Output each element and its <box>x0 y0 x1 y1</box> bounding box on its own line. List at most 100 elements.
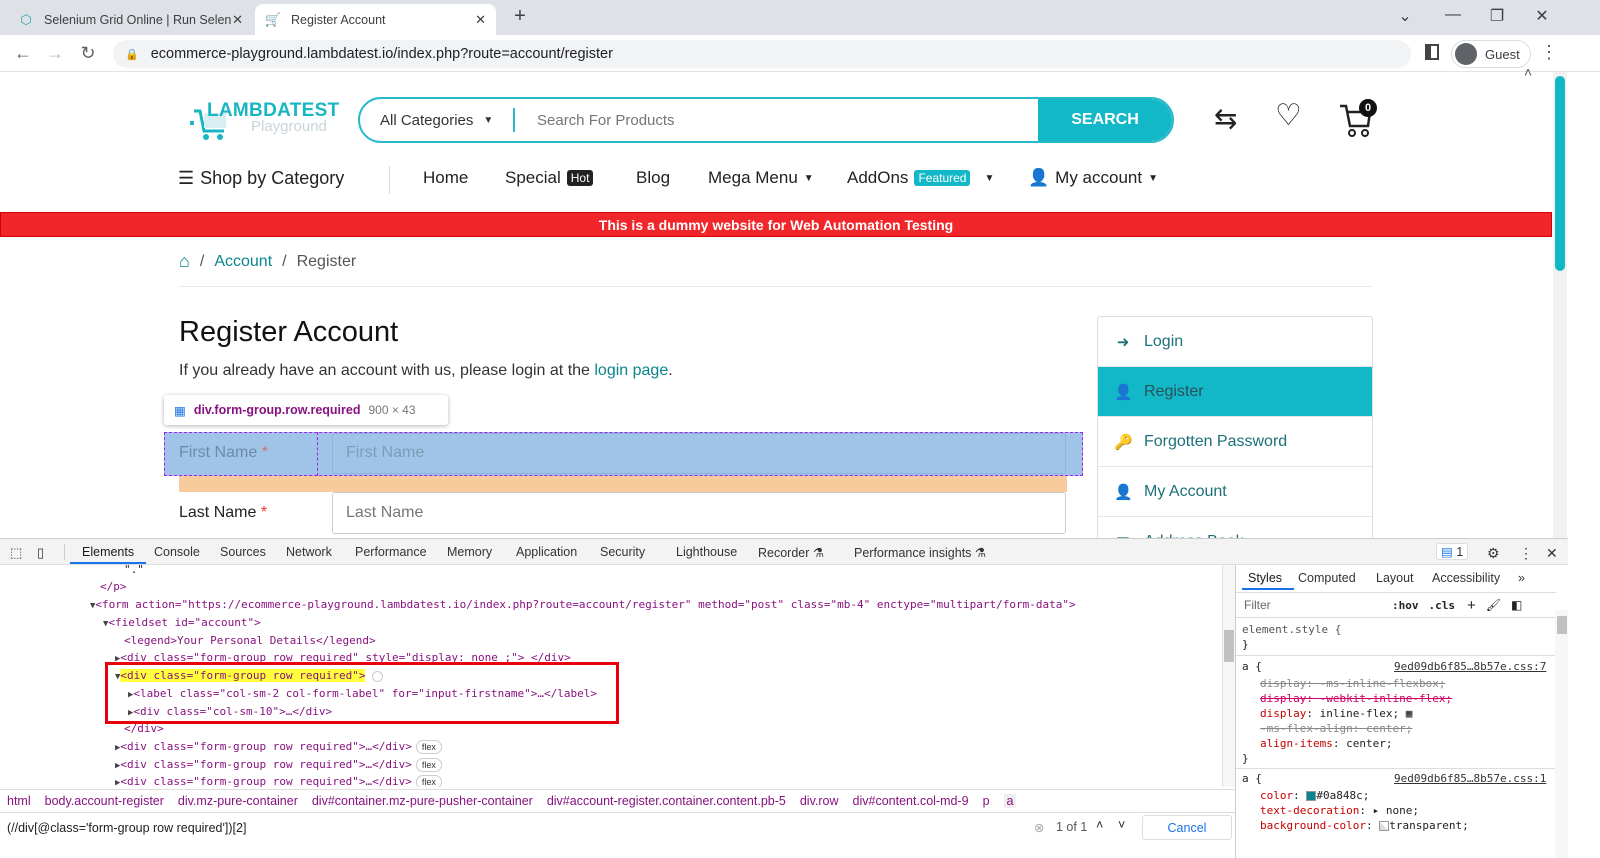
browser-menu-icon[interactable]: ⋮ <box>1540 42 1558 63</box>
crumb-account-register[interactable]: div#account-register.container.content.p… <box>547 794 786 808</box>
tab-application[interactable]: Application <box>516 545 577 559</box>
nav-shop-by-category[interactable]: ☰ Shop by Category <box>178 168 344 189</box>
issues-badge[interactable]: ▤ 1 <box>1436 543 1469 560</box>
dom-line-form[interactable]: ▼<form action="https://ecommerce-playgro… <box>90 596 1076 616</box>
new-tab-button[interactable]: + <box>505 5 535 28</box>
crumb-a[interactable]: a <box>1003 793 1017 808</box>
sidebar-item-login[interactable]: ➜ Login <box>1098 317 1372 367</box>
breadcrumb-register[interactable]: Register <box>297 253 357 271</box>
tab-console[interactable]: Console <box>154 545 200 559</box>
dom-line[interactable]: </p> <box>100 578 127 596</box>
cancel-search-button[interactable]: Cancel <box>1142 815 1232 840</box>
color-swatch[interactable] <box>1306 791 1317 801</box>
settings-gear-icon[interactable]: ⚙ <box>1487 545 1500 562</box>
nav-addons[interactable]: AddOns Featured ▼ <box>847 168 994 188</box>
tab-styles[interactable]: Styles <box>1248 571 1282 585</box>
tab-security[interactable]: Security <box>600 545 645 559</box>
tab-memory[interactable]: Memory <box>447 545 492 559</box>
tab-computed[interactable]: Computed <box>1298 571 1356 585</box>
tab-elements[interactable]: Elements <box>82 545 134 559</box>
nav-my-account[interactable]: 👤 My account ▼ <box>1028 168 1158 188</box>
search-input[interactable] <box>515 99 1038 141</box>
dom-line[interactable]: ▶<div class="form-group row required">…<… <box>115 738 442 758</box>
tab-network[interactable]: Network <box>286 545 332 559</box>
cls-toggle[interactable]: .cls <box>1429 599 1456 612</box>
flexbox-editor-icon[interactable]: ▦ <box>1406 707 1413 720</box>
dom-line[interactable]: "." <box>124 565 144 579</box>
flex-badge[interactable]: flex <box>415 775 442 787</box>
category-select[interactable]: All Categories ▼ <box>360 108 515 132</box>
tab-layout[interactable]: Layout <box>1376 571 1414 585</box>
wishlist-heart-icon[interactable]: ♡ <box>1275 98 1302 133</box>
compare-icon[interactable]: ⇆ <box>1214 102 1237 135</box>
css-declaration[interactable]: background-color: transparent; <box>1260 819 1469 832</box>
close-tab-icon[interactable]: ✕ <box>475 12 486 28</box>
previous-match-button[interactable]: ˄ <box>1096 818 1103 832</box>
login-page-link[interactable]: login page <box>594 362 668 379</box>
forward-button[interactable]: → <box>44 43 66 64</box>
page-scrollbar-thumb[interactable] <box>1555 76 1565 271</box>
window-close-button[interactable]: ✕ <box>1527 6 1557 26</box>
dom-line[interactable]: ▶<div class="form-group row required">…<… <box>115 773 442 787</box>
rule-selector[interactable]: a { <box>1242 660 1262 673</box>
element-style-rule[interactable]: element.style { <box>1242 623 1341 636</box>
tab-lighthouse[interactable]: Lighthouse <box>676 545 737 559</box>
crumb-p[interactable]: p <box>983 794 990 808</box>
css-declaration[interactable]: display: inline-flex; ▦ <box>1260 707 1412 720</box>
css-declaration[interactable]: -ms-flex-align: center; <box>1260 722 1412 735</box>
address-bar[interactable]: 🔒 ecommerce-playground.lambdatest.io/ind… <box>113 40 1411 68</box>
last-name-input[interactable]: Last Name <box>332 492 1066 534</box>
collapse-chevron-icon[interactable]: ˄ <box>1524 64 1532 80</box>
tab-selenium-grid[interactable]: ⬡ Selenium Grid Online | Run Selen ✕ <box>8 4 253 35</box>
crumb-container[interactable]: div#container.mz-pure-pusher-container <box>312 794 533 808</box>
devtools-menu-icon[interactable]: ⋮ <box>1519 545 1533 562</box>
home-icon[interactable]: ⌂ <box>179 251 190 272</box>
sidebar-item-my-account[interactable]: 👤 My Account <box>1098 467 1372 517</box>
side-panel-icon[interactable] <box>1425 44 1439 60</box>
restore-button[interactable]: ❐ <box>1482 6 1512 26</box>
xpath-search-input[interactable]: (//div[@class='form-group row required']… <box>7 821 246 835</box>
transparent-swatch[interactable] <box>1379 821 1390 831</box>
nav-special[interactable]: Special Hot <box>505 168 594 188</box>
crumb-row[interactable]: div.row <box>800 794 839 808</box>
rule-source-link[interactable]: 9ed09db6f85…8b57e.css:1 <box>1394 772 1546 785</box>
dom-line-fieldset[interactable]: ▼<fieldset id="account"> <box>103 614 261 634</box>
dom-line-legend[interactable]: <legend>Your Personal Details</legend> <box>124 632 376 650</box>
paint-brush-icon[interactable]: 🖌 <box>1486 598 1501 612</box>
css-declaration[interactable]: display: -ms-inline-flexbox; <box>1260 677 1445 690</box>
minimize-button[interactable]: — <box>1438 6 1468 24</box>
styles-scrollbar-thumb[interactable] <box>1557 616 1567 634</box>
css-declaration[interactable]: color: #0a848c; <box>1260 789 1369 802</box>
dom-scrollbar-thumb[interactable] <box>1224 630 1234 662</box>
nav-home[interactable]: Home <box>423 168 468 188</box>
styles-filter-input[interactable]: Filter <box>1244 598 1386 612</box>
search-button[interactable]: SEARCH <box>1038 99 1172 141</box>
crumb-content[interactable]: div#content.col-md-9 <box>853 794 969 808</box>
tab-accessibility[interactable]: Accessibility <box>1432 571 1500 585</box>
inspect-element-icon[interactable]: ⬚ <box>10 545 22 561</box>
crumb-pure-container[interactable]: div.mz-pure-container <box>178 794 298 808</box>
dom-scrollbar[interactable] <box>1222 565 1235 787</box>
crumb-body[interactable]: body.account-register <box>45 794 164 808</box>
back-button[interactable]: ← <box>12 43 34 64</box>
tab-sources[interactable]: Sources <box>220 545 266 559</box>
breadcrumb-account[interactable]: Account <box>214 253 272 271</box>
hov-toggle[interactable]: :hov <box>1392 599 1419 612</box>
css-declaration[interactable]: text-decoration: ▸ none; <box>1260 804 1419 817</box>
flex-badge[interactable]: flex <box>415 740 442 754</box>
toggle-sidebar-icon[interactable]: ◧ <box>1511 598 1522 612</box>
clear-search-icon[interactable]: ⊗ <box>1034 820 1044 835</box>
close-devtools-icon[interactable]: ✕ <box>1546 545 1558 562</box>
nav-blog[interactable]: Blog <box>636 168 670 188</box>
rule-source-link[interactable]: 9ed09db6f85…8b57e.css:7 <box>1394 660 1546 673</box>
reload-button[interactable]: ↻ <box>77 43 99 64</box>
tab-performance[interactable]: Performance <box>355 545 427 559</box>
first-name-input[interactable] <box>332 433 1066 474</box>
css-declaration[interactable]: display: -webkit-inline-flex; <box>1260 692 1452 705</box>
tab-performance-insights[interactable]: Performance insights ⚗ <box>854 545 986 560</box>
profile-button[interactable]: Guest <box>1451 40 1531 68</box>
more-tabs-button[interactable]: » <box>1518 571 1525 585</box>
tab-search-chevron-icon[interactable]: ⌄ <box>1390 6 1420 26</box>
flex-badge[interactable]: flex <box>415 758 442 772</box>
close-tab-icon[interactable]: ✕ <box>232 12 243 28</box>
